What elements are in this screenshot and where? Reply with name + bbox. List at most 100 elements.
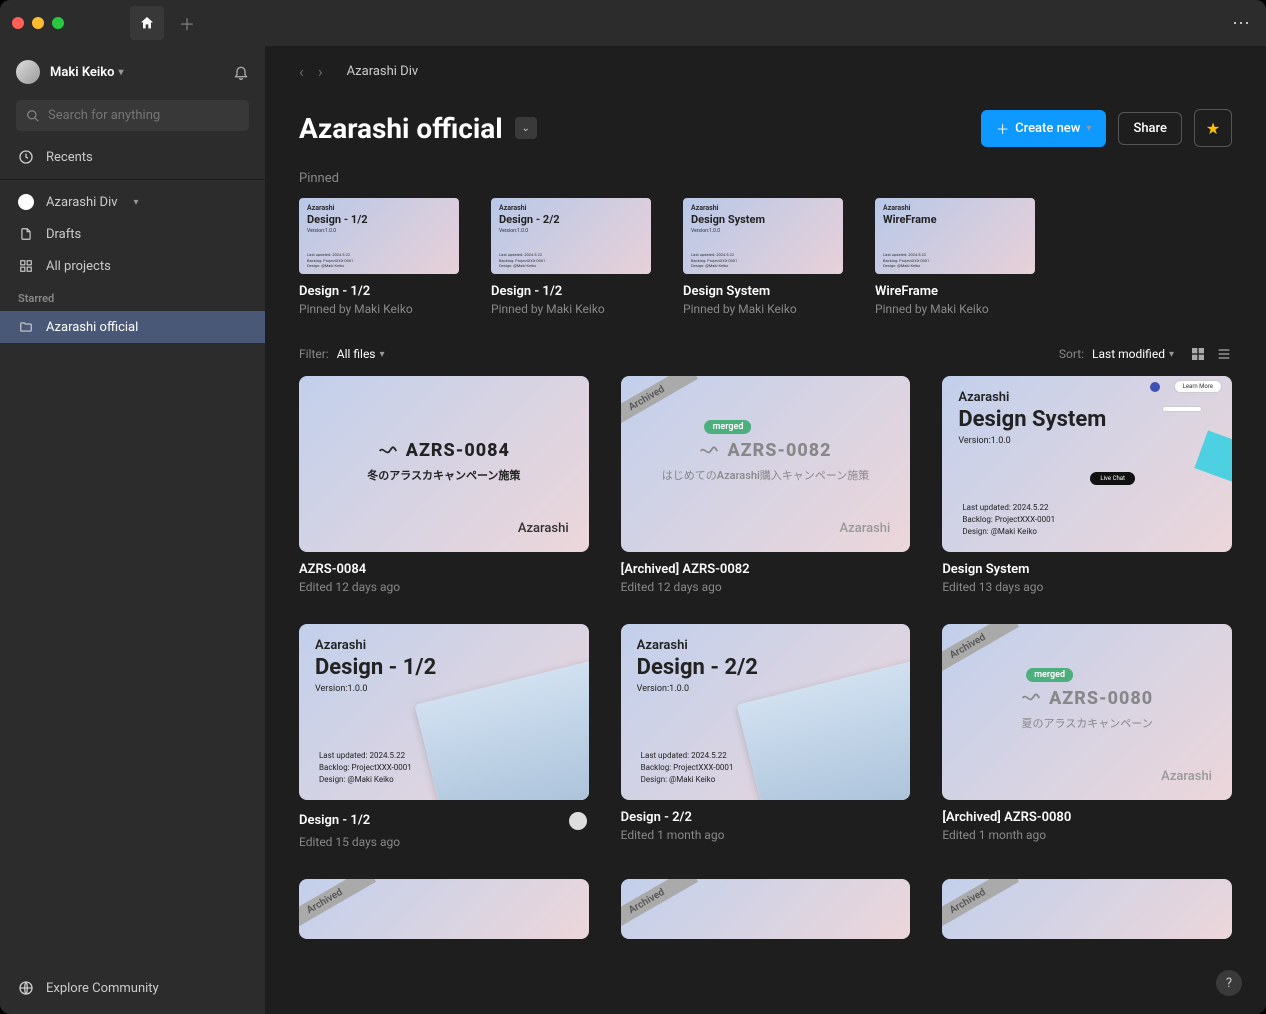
file-card[interactable]: Archived — [942, 879, 1232, 939]
filter-label: Filter: — [299, 347, 329, 361]
nav-label: All projects — [46, 259, 111, 274]
file-subtitle: Edited 1 month ago — [621, 828, 911, 842]
pinned-card[interactable]: Azarashi Design - 1/2 Version:1.0.0 Last… — [299, 198, 459, 316]
nav-back[interactable]: ‹ — [299, 62, 304, 81]
grid-view-icon[interactable] — [1190, 346, 1206, 362]
card-title: Design System — [683, 284, 843, 299]
titlebar: ＋ ⋯ — [0, 0, 1266, 46]
file-title: [Archived] AZRS-0080 — [942, 810, 1232, 825]
file-card[interactable]: AZRS-0084 冬のアラスカキャンペーン施策 Azarashi AZRS-00… — [299, 376, 589, 594]
thumbnail: Azarashi WireFrame Last updated: 2024.5.… — [875, 198, 1035, 274]
page-title: Azarashi official — [299, 112, 503, 145]
thumbnail: Archived — [942, 879, 1232, 939]
nav-recents[interactable]: Recents — [0, 141, 265, 173]
collaborator-avatar — [567, 810, 589, 832]
title-dropdown[interactable]: ⌄ — [515, 117, 537, 139]
card-subtitle: Pinned by Maki Keiko — [683, 302, 843, 316]
filter-dropdown[interactable]: All files▾ — [337, 347, 385, 361]
file-card[interactable]: Azarashi Design - 2/2 Version:1.0.0 Last… — [621, 624, 911, 849]
breadcrumb[interactable]: Azarashi Div — [347, 64, 419, 79]
notifications-icon[interactable] — [233, 64, 249, 80]
nav-drafts[interactable]: Drafts — [0, 218, 265, 250]
file-icon — [18, 226, 34, 242]
star-icon: ★ — [1206, 119, 1220, 138]
file-card[interactable]: Archived merged AZRS-0082 はじめてのAzarashi購… — [621, 376, 911, 594]
pinned-row: Azarashi Design - 1/2 Version:1.0.0 Last… — [265, 198, 1266, 346]
thumbnail: Archived — [299, 879, 589, 939]
breadcrumb-bar: ‹ › Azarashi Div — [265, 46, 1266, 81]
search-box[interactable] — [16, 100, 249, 131]
thumbnail: Archived merged AZRS-0080 夏のアラスカキャンペーン A… — [942, 624, 1232, 800]
create-new-button[interactable]: ＋ Create new ▾ — [981, 110, 1106, 147]
chevron-down-icon: ▾ — [1086, 123, 1091, 134]
search-input[interactable] — [48, 108, 239, 123]
pinned-heading: Pinned — [265, 165, 1266, 198]
file-card[interactable]: Archived merged AZRS-0080 夏のアラスカキャンペーン A… — [942, 624, 1232, 849]
team-icon — [18, 194, 34, 210]
pinned-card[interactable]: Azarashi Design - 2/2 Version:1.0.0 Last… — [491, 198, 651, 316]
sort-dropdown[interactable]: Last modified▾ — [1092, 347, 1174, 361]
main-content: ‹ › Azarashi Div Azarashi official ⌄ ＋ C… — [265, 46, 1266, 1014]
thumbnail: Azarashi Design - 2/2 Version:1.0.0 Last… — [491, 198, 651, 274]
file-card[interactable]: Azarashi Design System Version:1.0.0 Las… — [942, 376, 1232, 594]
nav-label: Explore Community — [46, 981, 159, 996]
file-card[interactable]: Archived — [299, 879, 589, 939]
folder-icon — [18, 319, 34, 335]
pinned-card[interactable]: Azarashi WireFrame Last updated: 2024.5.… — [875, 198, 1035, 316]
chevron-down-icon: ▾ — [134, 197, 139, 208]
close-window[interactable] — [12, 17, 24, 29]
thumbnail: Archived — [621, 879, 911, 939]
thumbnail: Archived merged AZRS-0082 はじめてのAzarashi購… — [621, 376, 911, 552]
thumbnail: Azarashi Design - 1/2 Version:1.0.0 Last… — [299, 198, 459, 274]
nav-label: Azarashi official — [46, 320, 138, 335]
nav-explore-community[interactable]: Explore Community — [0, 972, 265, 1014]
file-subtitle: Edited 12 days ago — [621, 580, 911, 594]
thumbnail: AZRS-0084 冬のアラスカキャンペーン施策 Azarashi — [299, 376, 589, 552]
nav-team[interactable]: Azarashi Div ▾ — [0, 186, 265, 218]
starred-heading: Starred — [0, 282, 265, 311]
card-title: WireFrame — [875, 284, 1035, 299]
clock-icon — [18, 149, 34, 165]
globe-icon — [18, 980, 34, 996]
card-title: Design - 1/2 — [299, 284, 459, 299]
button-label: Share — [1133, 121, 1167, 136]
card-subtitle: Pinned by Maki Keiko — [299, 302, 459, 316]
nav-all-projects[interactable]: All projects — [0, 250, 265, 282]
thumbnail: Azarashi Design - 1/2 Version:1.0.0 Last… — [299, 624, 589, 800]
file-card[interactable]: Archived — [621, 879, 911, 939]
minimize-window[interactable] — [32, 17, 44, 29]
file-subtitle: Edited 1 month ago — [942, 828, 1232, 842]
file-title: [Archived] AZRS-0082 — [621, 562, 911, 577]
thumbnail: Azarashi Design System Version:1.0.0 Las… — [942, 376, 1232, 552]
home-tab[interactable] — [130, 6, 164, 40]
user-avatar — [16, 60, 40, 84]
card-title: Design - 1/2 — [491, 284, 651, 299]
file-subtitle: Edited 15 days ago — [299, 835, 589, 849]
list-view-icon[interactable] — [1216, 346, 1232, 362]
sidebar-item-azarashi-official[interactable]: Azarashi official — [0, 311, 265, 343]
user-name-label: Maki Keiko — [50, 65, 115, 80]
card-subtitle: Pinned by Maki Keiko — [491, 302, 651, 316]
sort-label: Sort: — [1059, 347, 1084, 361]
file-title: Design - 1/2 — [299, 813, 559, 828]
filter-bar: Filter: All files▾ Sort: Last modified▾ — [265, 346, 1266, 376]
pinned-card[interactable]: Azarashi Design System Version:1.0.0 Las… — [683, 198, 843, 316]
help-button[interactable]: ? — [1216, 970, 1242, 996]
more-menu[interactable]: ⋯ — [1232, 13, 1252, 34]
nav-forward[interactable]: › — [318, 62, 323, 81]
file-title: AZRS-0084 — [299, 562, 589, 577]
file-subtitle: Edited 12 days ago — [299, 580, 589, 594]
grid-icon — [18, 258, 34, 274]
new-tab-button[interactable]: ＋ — [170, 6, 204, 40]
maximize-window[interactable] — [52, 17, 64, 29]
card-subtitle: Pinned by Maki Keiko — [875, 302, 1035, 316]
user-menu[interactable]: Maki Keiko▾ — [0, 46, 265, 94]
file-card[interactable]: Azarashi Design - 1/2 Version:1.0.0 Last… — [299, 624, 589, 849]
window-controls — [12, 17, 64, 29]
star-button[interactable]: ★ — [1194, 109, 1232, 147]
search-icon — [26, 109, 40, 123]
page-header: Azarashi official ⌄ ＋ Create new ▾ Share… — [265, 81, 1266, 165]
plus-icon: ＋ — [996, 119, 1009, 138]
nav-label: Recents — [46, 150, 93, 165]
share-button[interactable]: Share — [1118, 112, 1182, 145]
